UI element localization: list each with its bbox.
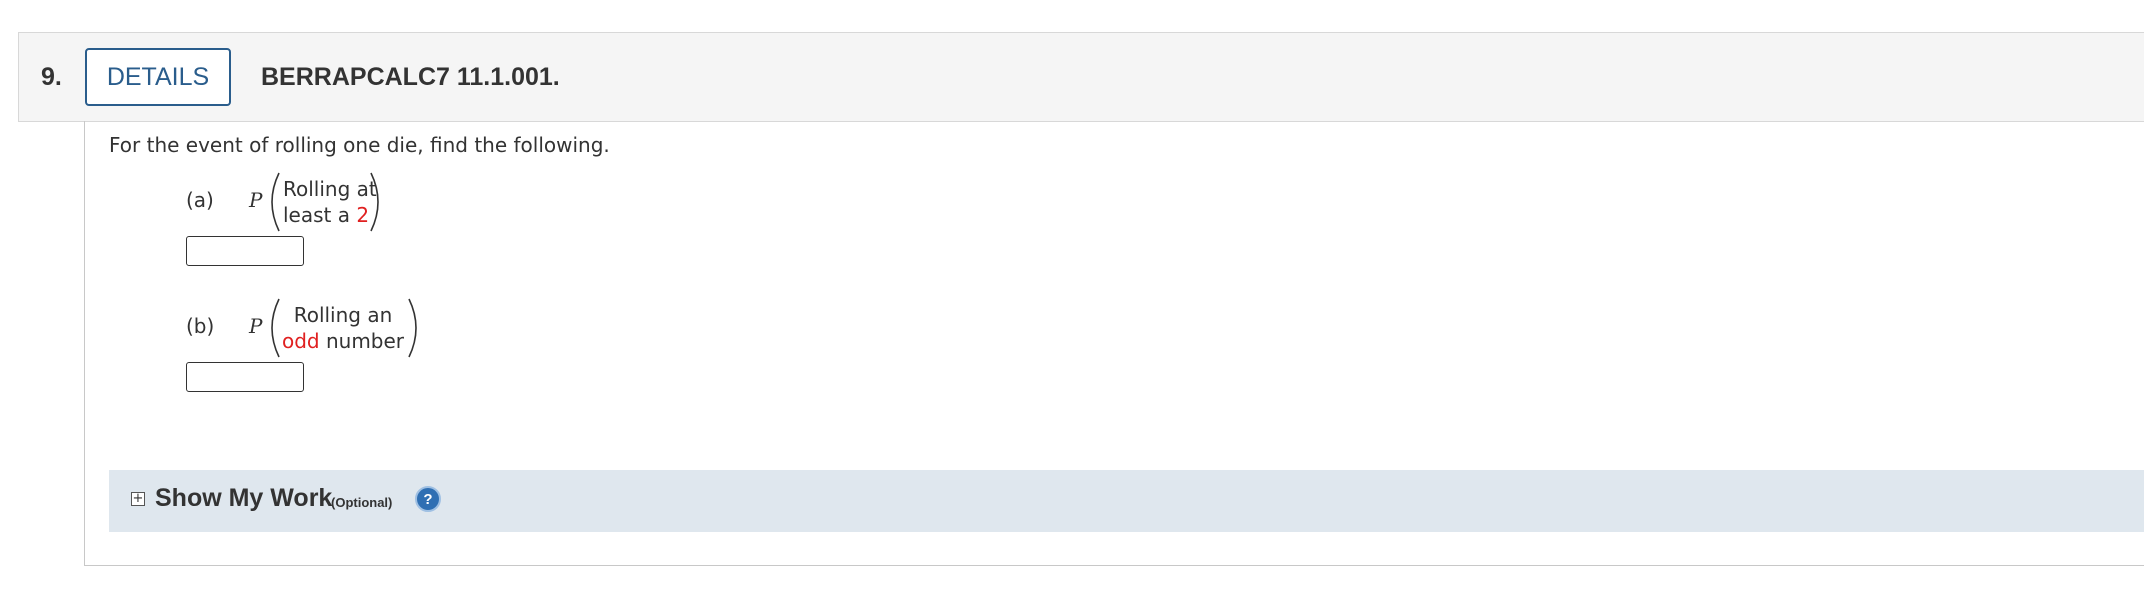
part-a-event-line1: Rolling at xyxy=(283,177,377,201)
part-b-right-paren xyxy=(408,298,417,358)
question-prompt: For the event of rolling one die, find t… xyxy=(109,133,610,157)
expand-plus-icon[interactable]: + xyxy=(131,492,145,506)
part-b-highlight: odd xyxy=(281,329,320,353)
question-code: BERRAPCALC7 11.1.001. xyxy=(261,63,560,91)
help-question-icon[interactable]: ? xyxy=(415,486,441,512)
part-b-label: (b) xyxy=(186,314,215,338)
show-my-work-bar: + Show My Work (Optional) ? xyxy=(109,470,2144,532)
part-a-left-paren xyxy=(271,172,280,232)
part-a-event-line2: least a 2 xyxy=(283,203,370,227)
part-b-event-line1: Rolling an xyxy=(293,303,393,327)
part-a-right-paren xyxy=(370,172,379,232)
show-my-work-toggle[interactable]: Show My Work xyxy=(155,484,332,513)
part-b-event-line2: odd number xyxy=(281,329,405,353)
part-b-p-symbol: P xyxy=(249,314,263,338)
optional-label: (Optional) xyxy=(331,495,393,510)
part-a-label: (a) xyxy=(186,188,214,212)
part-a-answer-input[interactable] xyxy=(186,236,304,266)
question-body: For the event of rolling one die, find t… xyxy=(84,121,2144,566)
part-a-p-symbol: P xyxy=(249,188,263,212)
part-b-answer-input[interactable] xyxy=(186,362,304,392)
question-header: 9. DETAILS BERRAPCALC7 11.1.001. xyxy=(18,32,2144,122)
question-number: 9. xyxy=(41,63,62,91)
part-b-left-paren xyxy=(271,298,280,358)
details-button[interactable]: DETAILS xyxy=(85,48,231,106)
